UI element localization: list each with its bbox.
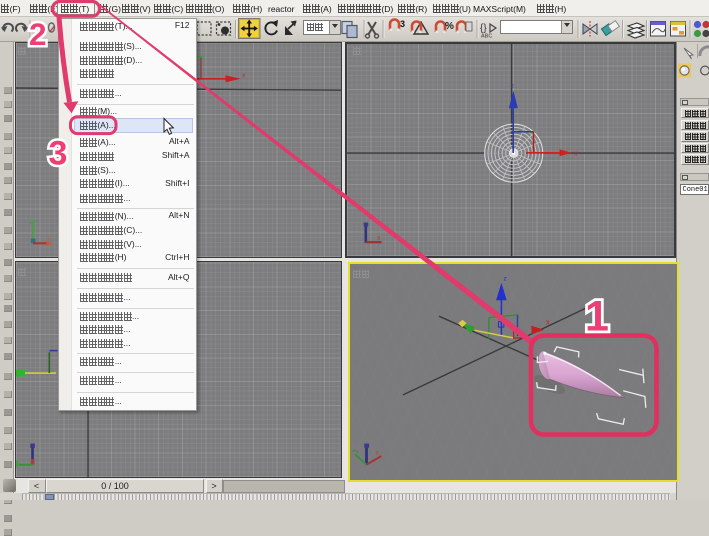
svg-text:x: x — [574, 150, 578, 157]
svg-text:x: x — [546, 320, 550, 327]
svg-text:{}: {} — [480, 23, 487, 34]
svg-text:x: x — [375, 450, 379, 457]
svg-text:x: x — [377, 235, 381, 242]
svg-text:z: z — [503, 276, 506, 283]
svg-text:z: z — [511, 83, 514, 90]
svg-text:ABC: ABC — [481, 34, 492, 40]
svg-text:x: x — [242, 73, 246, 80]
svg-text:3: 3 — [400, 19, 405, 29]
svg-text:x: x — [47, 236, 51, 243]
svg-text:%: % — [445, 21, 454, 32]
